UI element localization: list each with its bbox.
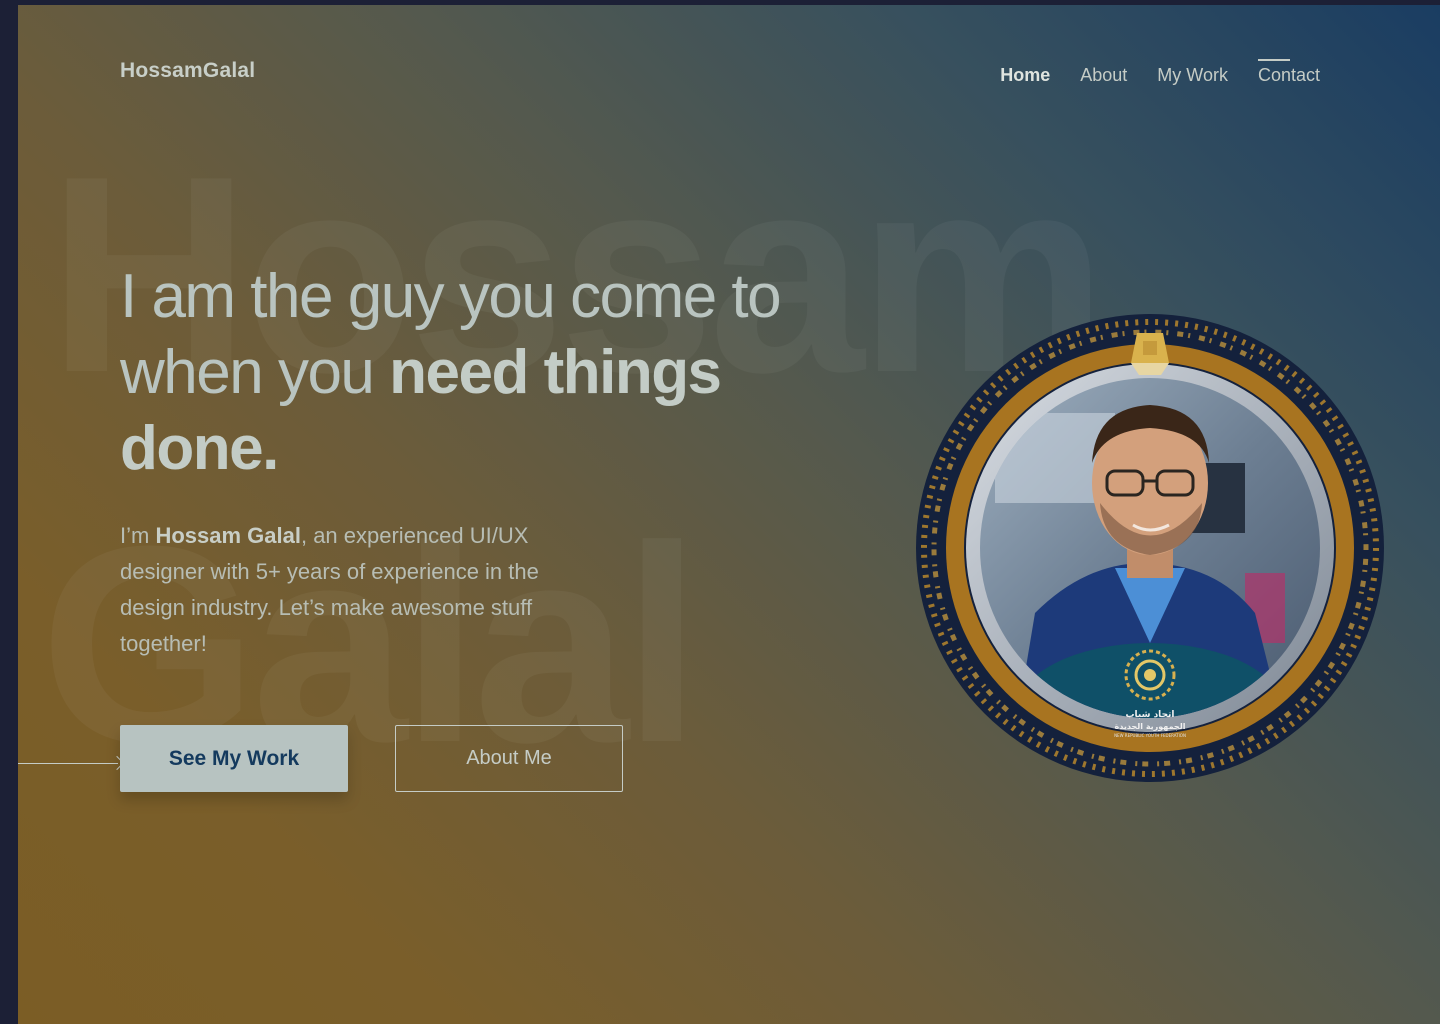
main-nav: Home About My Work Contact [1000,59,1320,86]
badge-arabic-line1: اتحاد شباب [1125,710,1174,720]
site-logo[interactable]: HossamGalal [120,59,255,83]
pharaoh-crest-icon [1131,333,1169,375]
about-me-button[interactable]: About Me [395,725,623,792]
arrow-line-icon [18,763,118,764]
hero-intro: I’m Hossam Galal, an experienced UI/UX d… [120,518,600,662]
intro-prefix: I’m [120,523,156,548]
nav-contact[interactable]: Contact [1257,59,1320,86]
intro-name: Hossam Galal [155,523,301,548]
nav-home[interactable]: Home [1000,65,1050,86]
hero-headline: I am the guy you come to when you need t… [120,259,880,487]
nav-my-work[interactable]: My Work [1157,65,1228,86]
hero-section: Hossam Galal HossamGalal Home About My W… [18,5,1440,1024]
nav-about[interactable]: About [1080,65,1127,86]
badge-english-line: NEW REPUBLIC YOUTH FEDERATION [1114,733,1186,738]
profile-portrait: اتحاد شباب الجمهورية الجديدة NEW REPUBLI… [916,314,1384,782]
see-my-work-button[interactable]: See My Work [120,725,348,792]
badge-arabic-line2: الجمهورية الجديدة [1115,722,1186,731]
